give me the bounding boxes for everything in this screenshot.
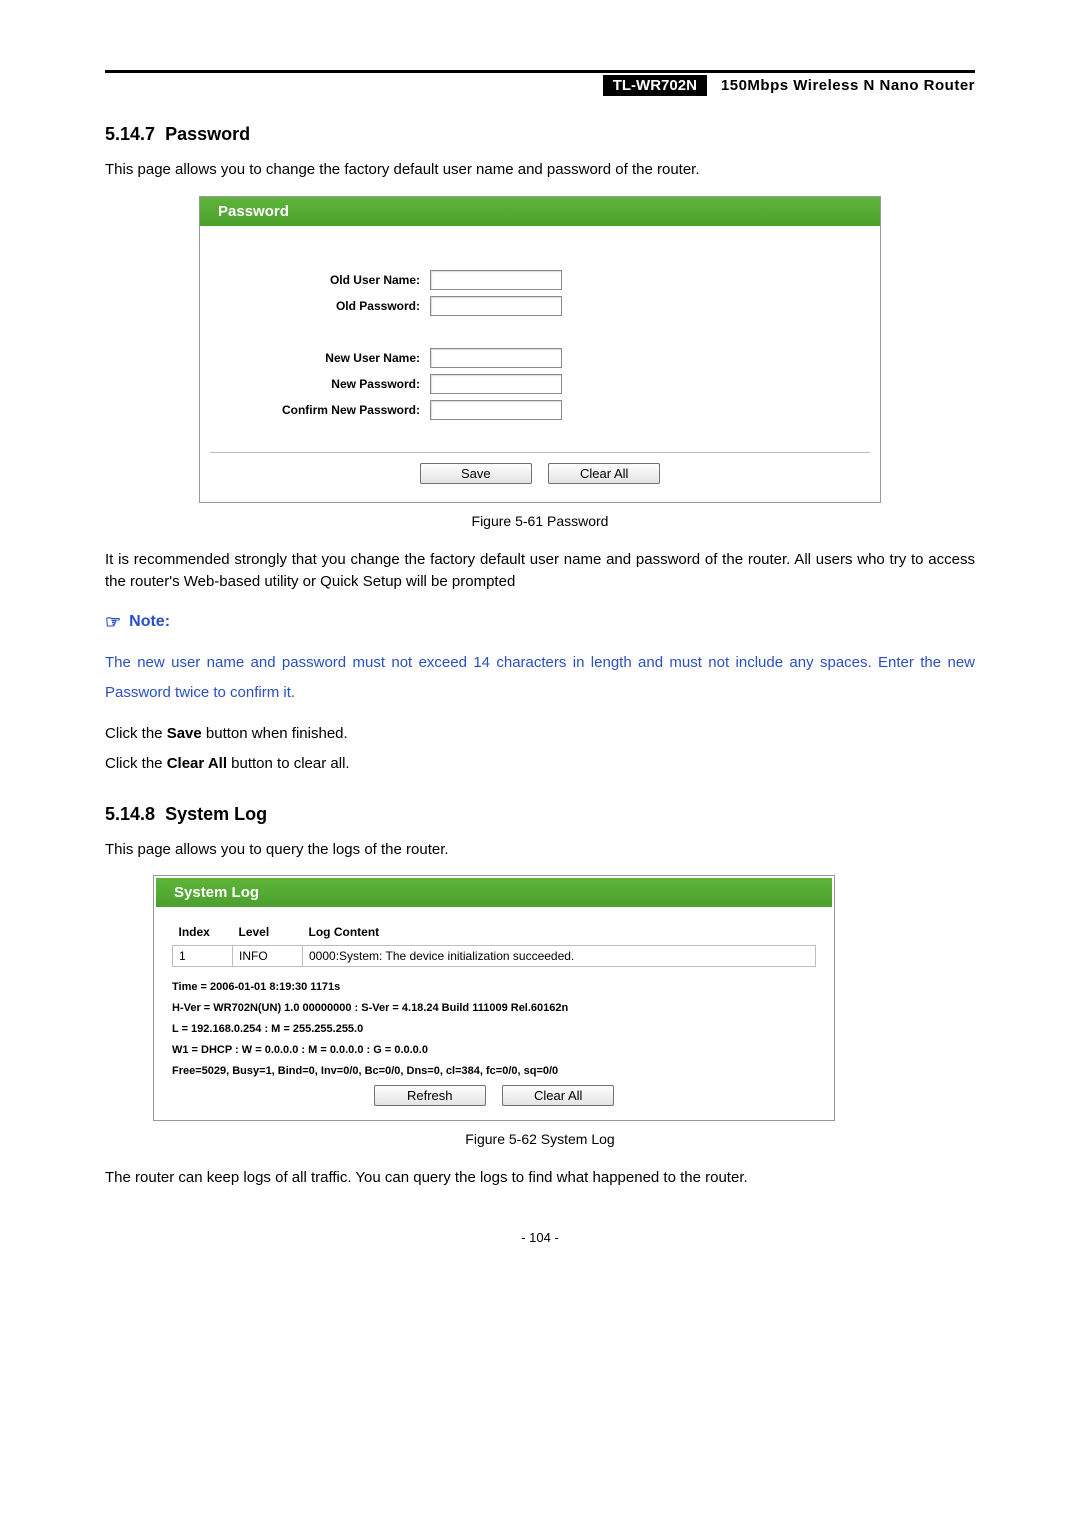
col-index: Index [173,917,233,946]
systemlog-outro: The router can keep logs of all traffic.… [105,1167,975,1190]
systemlog-intro: This page allows you to query the logs o… [105,839,975,862]
meta-ver: H-Ver = WR702N(UN) 1.0 00000000 : S-Ver … [172,998,834,1019]
clear-all-log-button[interactable]: Clear All [502,1085,614,1106]
log-table-row: 1 INFO 0000:System: The device initializ… [173,946,816,967]
log-table-header-row: Index Level Log Content [173,917,816,946]
save-button[interactable]: Save [420,463,532,484]
text-fragment: button when finished. [202,725,348,742]
section-title: System Log [165,804,267,824]
password-intro: This page allows you to change the facto… [105,159,975,182]
bold-save: Save [167,725,202,742]
text-fragment: Click the [105,755,167,772]
label-old-password: Old Password: [200,299,430,313]
input-old-password[interactable] [430,296,562,316]
col-level: Level [233,917,303,946]
cell-level: INFO [233,946,303,967]
note-label: Note: [129,613,170,631]
input-new-password[interactable] [430,374,562,394]
systemlog-screenshot: System Log Index Level Log Content 1 INF… [153,875,835,1121]
page-header: TL-WR702N 150Mbps Wireless N Nano Router [105,75,975,96]
label-old-username: Old User Name: [200,273,430,287]
log-meta-block: Time = 2006-01-01 8:19:30 1171s H-Ver = … [172,977,834,1081]
section-number: 5.14.8 [105,804,155,824]
input-old-username[interactable] [430,270,562,290]
note-heading: ☞ Note: [105,612,975,633]
section-heading-password: 5.14.7 Password [105,124,975,145]
section-title: Password [165,124,250,144]
header-rule [105,70,975,73]
bold-clear-all: Clear All [167,755,227,772]
note-body: The new user name and password must not … [105,648,975,708]
click-clear-line: Click the Clear All button to clear all. [105,753,975,776]
figure-caption-systemlog: Figure 5-62 System Log [105,1131,975,1147]
log-table: Index Level Log Content 1 INFO 0000:Syst… [172,917,816,967]
input-new-username[interactable] [430,348,562,368]
meta-stats: Free=5029, Busy=1, Bind=0, Inv=0/0, Bc=0… [172,1061,834,1082]
model-badge: TL-WR702N [603,75,707,96]
panel-title-systemlog: System Log [156,878,832,907]
password-screenshot: Password Old User Name: Old Password: Ne… [199,196,881,503]
label-new-username: New User Name: [200,351,430,365]
click-save-line: Click the Save button when finished. [105,723,975,746]
meta-lan: L = 192.168.0.254 : M = 255.255.255.0 [172,1019,834,1040]
meta-time: Time = 2006-01-01 8:19:30 1171s [172,977,834,998]
refresh-button[interactable]: Refresh [374,1085,486,1106]
label-confirm-password: Confirm New Password: [200,403,430,417]
page-number: - 104 - [105,1230,975,1245]
figure-caption-password: Figure 5-61 Password [105,513,975,529]
password-recommend-para: It is recommended strongly that you chan… [105,549,975,594]
cell-index: 1 [173,946,233,967]
cell-content: 0000:System: The device initialization s… [303,946,816,967]
section-number: 5.14.7 [105,124,155,144]
col-content: Log Content [303,917,816,946]
label-new-password: New Password: [200,377,430,391]
panel-title-password: Password [200,197,880,226]
section-heading-systemlog: 5.14.8 System Log [105,804,975,825]
pointer-icon: ☞ [105,612,121,633]
product-title: 150Mbps Wireless N Nano Router [707,75,975,96]
text-fragment: button to clear all. [227,755,350,772]
meta-wan: W1 = DHCP : W = 0.0.0.0 : M = 0.0.0.0 : … [172,1040,834,1061]
input-confirm-password[interactable] [430,400,562,420]
text-fragment: Click the [105,725,167,742]
clear-all-button[interactable]: Clear All [548,463,660,484]
